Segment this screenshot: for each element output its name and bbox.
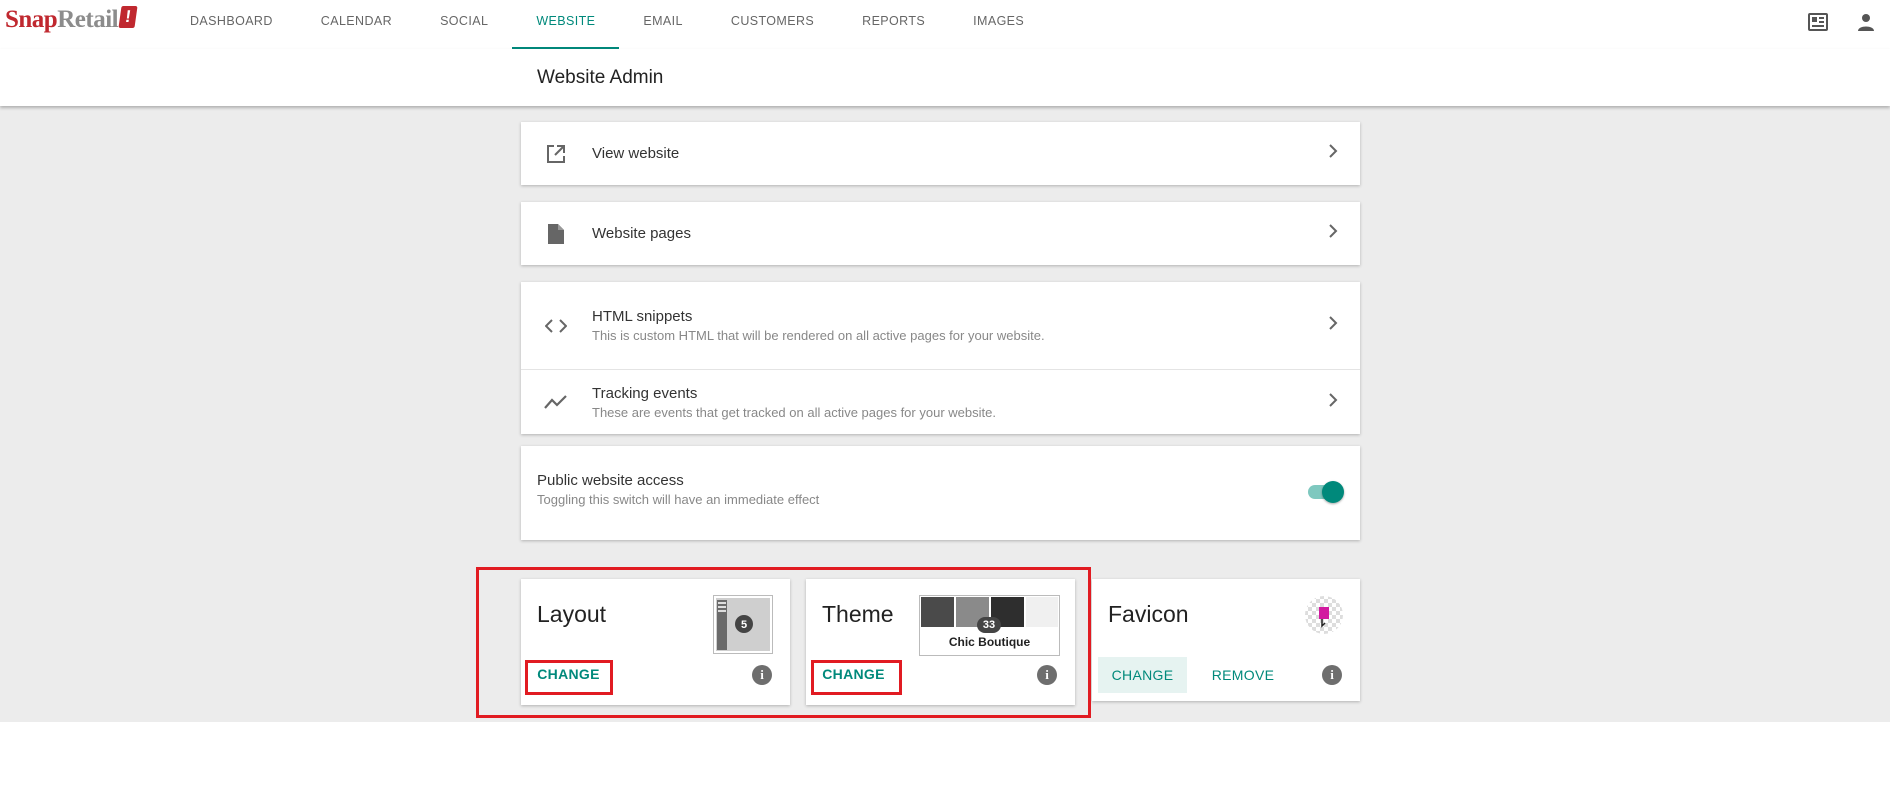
nav-tab-reports[interactable]: REPORTS (838, 0, 949, 49)
nav-tab-dashboard[interactable]: DASHBOARD (166, 0, 297, 49)
top-right-icons (1794, 0, 1890, 44)
website-pages-label: Website pages (592, 225, 691, 242)
code-icon (521, 282, 591, 369)
highlight-box-layout-change (525, 660, 613, 695)
chevron-right-icon (1328, 144, 1338, 163)
content-area: View website Website pages HTML snippets… (0, 106, 1890, 722)
toggle-knob (1322, 481, 1344, 503)
person-icon[interactable] (1842, 0, 1890, 44)
snippets-tracking-card: HTML snippets This is custom HTML that w… (521, 282, 1360, 434)
public-access-label: Public website access (537, 472, 684, 489)
page-subheader: Website Admin (0, 49, 1890, 106)
highlight-box-theme-change (811, 660, 902, 695)
nav-tab-email[interactable]: EMAIL (619, 0, 707, 49)
open-in-new-icon (521, 122, 591, 185)
logo-tag-icon: ! (118, 6, 138, 28)
tracking-events-label: Tracking events (592, 384, 698, 402)
favicon-title: Favicon (1108, 601, 1189, 627)
favicon-remove-button[interactable]: REMOVE (1203, 657, 1283, 693)
highlight-box-layout-theme (476, 567, 1091, 718)
info-icon[interactable]: i (1322, 665, 1342, 685)
website-pages-card[interactable]: Website pages (521, 202, 1360, 265)
nav-tab-social[interactable]: SOCIAL (416, 0, 512, 49)
nav-tab-website[interactable]: WEBSITE (512, 0, 620, 49)
main-nav: DASHBOARD CALENDAR SOCIAL WEBSITE EMAIL … (166, 0, 1048, 49)
newspaper-icon[interactable] (1794, 0, 1842, 44)
nav-tab-customers[interactable]: CUSTOMERS (707, 0, 838, 49)
public-access-description: Toggling this switch will have an immedi… (537, 492, 820, 507)
chevron-right-icon (1328, 224, 1338, 243)
trending-icon (521, 370, 591, 434)
favicon-thumbnail[interactable] (1304, 595, 1344, 635)
tracking-events-row[interactable]: Tracking events These are events that ge… (521, 370, 1360, 434)
favicon-card: Favicon CHANGE REMOVE i (1092, 579, 1360, 701)
chevron-right-icon (1328, 316, 1338, 335)
view-website-row[interactable]: View website (521, 122, 1360, 185)
logo-text-snap: Snap (5, 6, 58, 33)
html-snippets-label: HTML snippets (592, 308, 693, 325)
public-access-card: Public website access Toggling this swit… (521, 446, 1360, 540)
nav-tab-images[interactable]: IMAGES (949, 0, 1048, 49)
html-snippets-description: This is custom HTML that will be rendere… (592, 328, 1045, 343)
html-snippets-row[interactable]: HTML snippets This is custom HTML that w… (521, 282, 1360, 369)
tracking-events-description: These are events that get tracked on all… (592, 404, 996, 420)
favicon-change-button[interactable]: CHANGE (1098, 657, 1187, 693)
snapretail-logo[interactable]: Snap Retail! (5, 6, 138, 36)
logo-text-retail: Retail (57, 6, 119, 33)
top-nav-bar: Snap Retail! DASHBOARD CALENDAR SOCIAL WE… (0, 0, 1890, 50)
view-website-card[interactable]: View website (521, 122, 1360, 185)
public-access-toggle[interactable] (1306, 479, 1344, 503)
website-pages-row[interactable]: Website pages (521, 202, 1360, 265)
chevron-right-icon (1328, 392, 1338, 412)
nav-tab-calendar[interactable]: CALENDAR (297, 0, 416, 49)
file-icon (521, 202, 591, 265)
page-title: Website Admin (537, 67, 664, 88)
view-website-label: View website (592, 145, 680, 162)
